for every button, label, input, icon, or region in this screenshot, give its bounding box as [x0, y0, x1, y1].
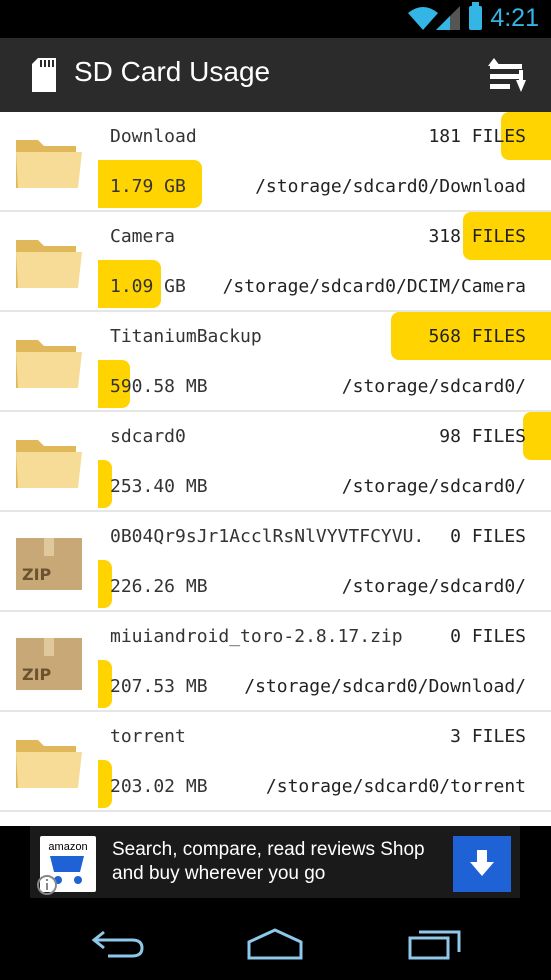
- item-name: Download: [110, 126, 197, 147]
- item-path: /storage/sdcard0/: [341, 376, 526, 397]
- item-name: miuiandroid_toro-2.8.17.zip: [110, 626, 403, 647]
- download-button[interactable]: [453, 836, 511, 892]
- ad-banner[interactable]: amazon Search, compare, read reviews Sho…: [30, 826, 520, 898]
- home-icon[interactable]: [245, 928, 305, 960]
- list-item[interactable]: sdcard0 98 FILES 253.40 MB/storage/sdcard0…: [0, 412, 551, 512]
- item-path: /storage/sdcard0/Download: [255, 176, 526, 197]
- sd-card-icon: [32, 58, 56, 92]
- svg-text:ZIP: ZIP: [22, 565, 52, 584]
- item-size: 226.26 MB: [110, 576, 208, 597]
- zip-icon: ZIP: [14, 630, 84, 692]
- item-size: 253.40 MB: [110, 476, 208, 497]
- status-time: 4:21: [490, 4, 539, 32]
- battery-icon: [469, 2, 482, 30]
- ad-bar: amazon Search, compare, read reviews Sho…: [0, 826, 551, 902]
- file-count: 318 FILES: [428, 226, 526, 247]
- list-item[interactable]: Download 181 FILES 1.79 GB/storage/sdcard0…: [0, 112, 551, 212]
- list-item[interactable]: TitaniumBackup 568 FILES 590.58 MB/storage…: [0, 312, 551, 412]
- svg-text:amazon: amazon: [48, 841, 87, 853]
- item-path: /storage/sdcard0/torrent: [265, 776, 526, 797]
- item-name: torrent: [110, 726, 186, 747]
- file-count: 0 FILES: [450, 626, 526, 647]
- list-item[interactable]: ZIP miuiandroid_toro-2.8.17.zip 0 FILES 207…: [0, 612, 551, 712]
- file-count: 98 FILES: [439, 426, 526, 447]
- recent-apps-icon[interactable]: [407, 928, 463, 960]
- file-count: 181 FILES: [428, 126, 526, 147]
- list-item[interactable]: torrent 3 FILES 203.02 MB/storage/sdcard0/…: [0, 712, 551, 812]
- action-bar: SD Card Usage: [0, 38, 551, 112]
- item-name: 0B04Qr9sJr1AcclRsNlVYVTFCYVU.: [110, 526, 425, 547]
- info-icon[interactable]: [36, 874, 58, 896]
- item-size: 203.02 MB: [110, 776, 208, 797]
- item-name: sdcard0: [110, 426, 186, 447]
- item-size: 1.09 GB: [110, 276, 186, 297]
- list-item[interactable]: Camera 318 FILES 1.09 GB/storage/sdcard0/D…: [0, 212, 551, 312]
- item-name: TitaniumBackup: [110, 326, 262, 347]
- usage-list: Download 181 FILES 1.79 GB/storage/sdcard0…: [0, 112, 551, 826]
- file-count: 568 FILES: [428, 326, 526, 347]
- folder-icon: [14, 330, 84, 392]
- list-item[interactable]: ZIP 0B04Qr9sJr1AcclRsNlVYVTFCYVU. 0 FILES 2…: [0, 512, 551, 612]
- item-path: /storage/sdcard0/: [341, 576, 526, 597]
- item-size: 590.58 MB: [110, 376, 208, 397]
- item-size: 1.79 GB: [110, 176, 186, 197]
- ad-text: Search, compare, read reviews Shop and b…: [112, 839, 425, 884]
- file-count-bar: [523, 412, 551, 460]
- folder-icon: [14, 130, 84, 192]
- folder-icon: [14, 730, 84, 792]
- item-size: 207.53 MB: [110, 676, 208, 697]
- back-icon[interactable]: [90, 928, 146, 960]
- zip-icon: ZIP: [14, 530, 84, 592]
- status-bar: 4:21: [0, 0, 551, 38]
- item-path: /storage/sdcard0/: [341, 476, 526, 497]
- wifi-icon: [408, 7, 438, 30]
- sort-icon[interactable]: [488, 58, 528, 94]
- svg-text:ZIP: ZIP: [22, 665, 52, 684]
- item-path: /storage/sdcard0/Download/: [244, 676, 526, 697]
- app-title: SD Card Usage: [74, 56, 271, 87]
- item-name: Camera: [110, 226, 176, 247]
- folder-icon: [14, 230, 84, 292]
- navigation-bar: [0, 902, 551, 980]
- file-count: 0 FILES: [450, 526, 526, 547]
- folder-icon: [14, 430, 84, 492]
- file-count: 3 FILES: [450, 726, 526, 747]
- item-path: /storage/sdcard0/DCIM/Camera: [222, 276, 526, 297]
- signal-icon: [436, 6, 460, 30]
